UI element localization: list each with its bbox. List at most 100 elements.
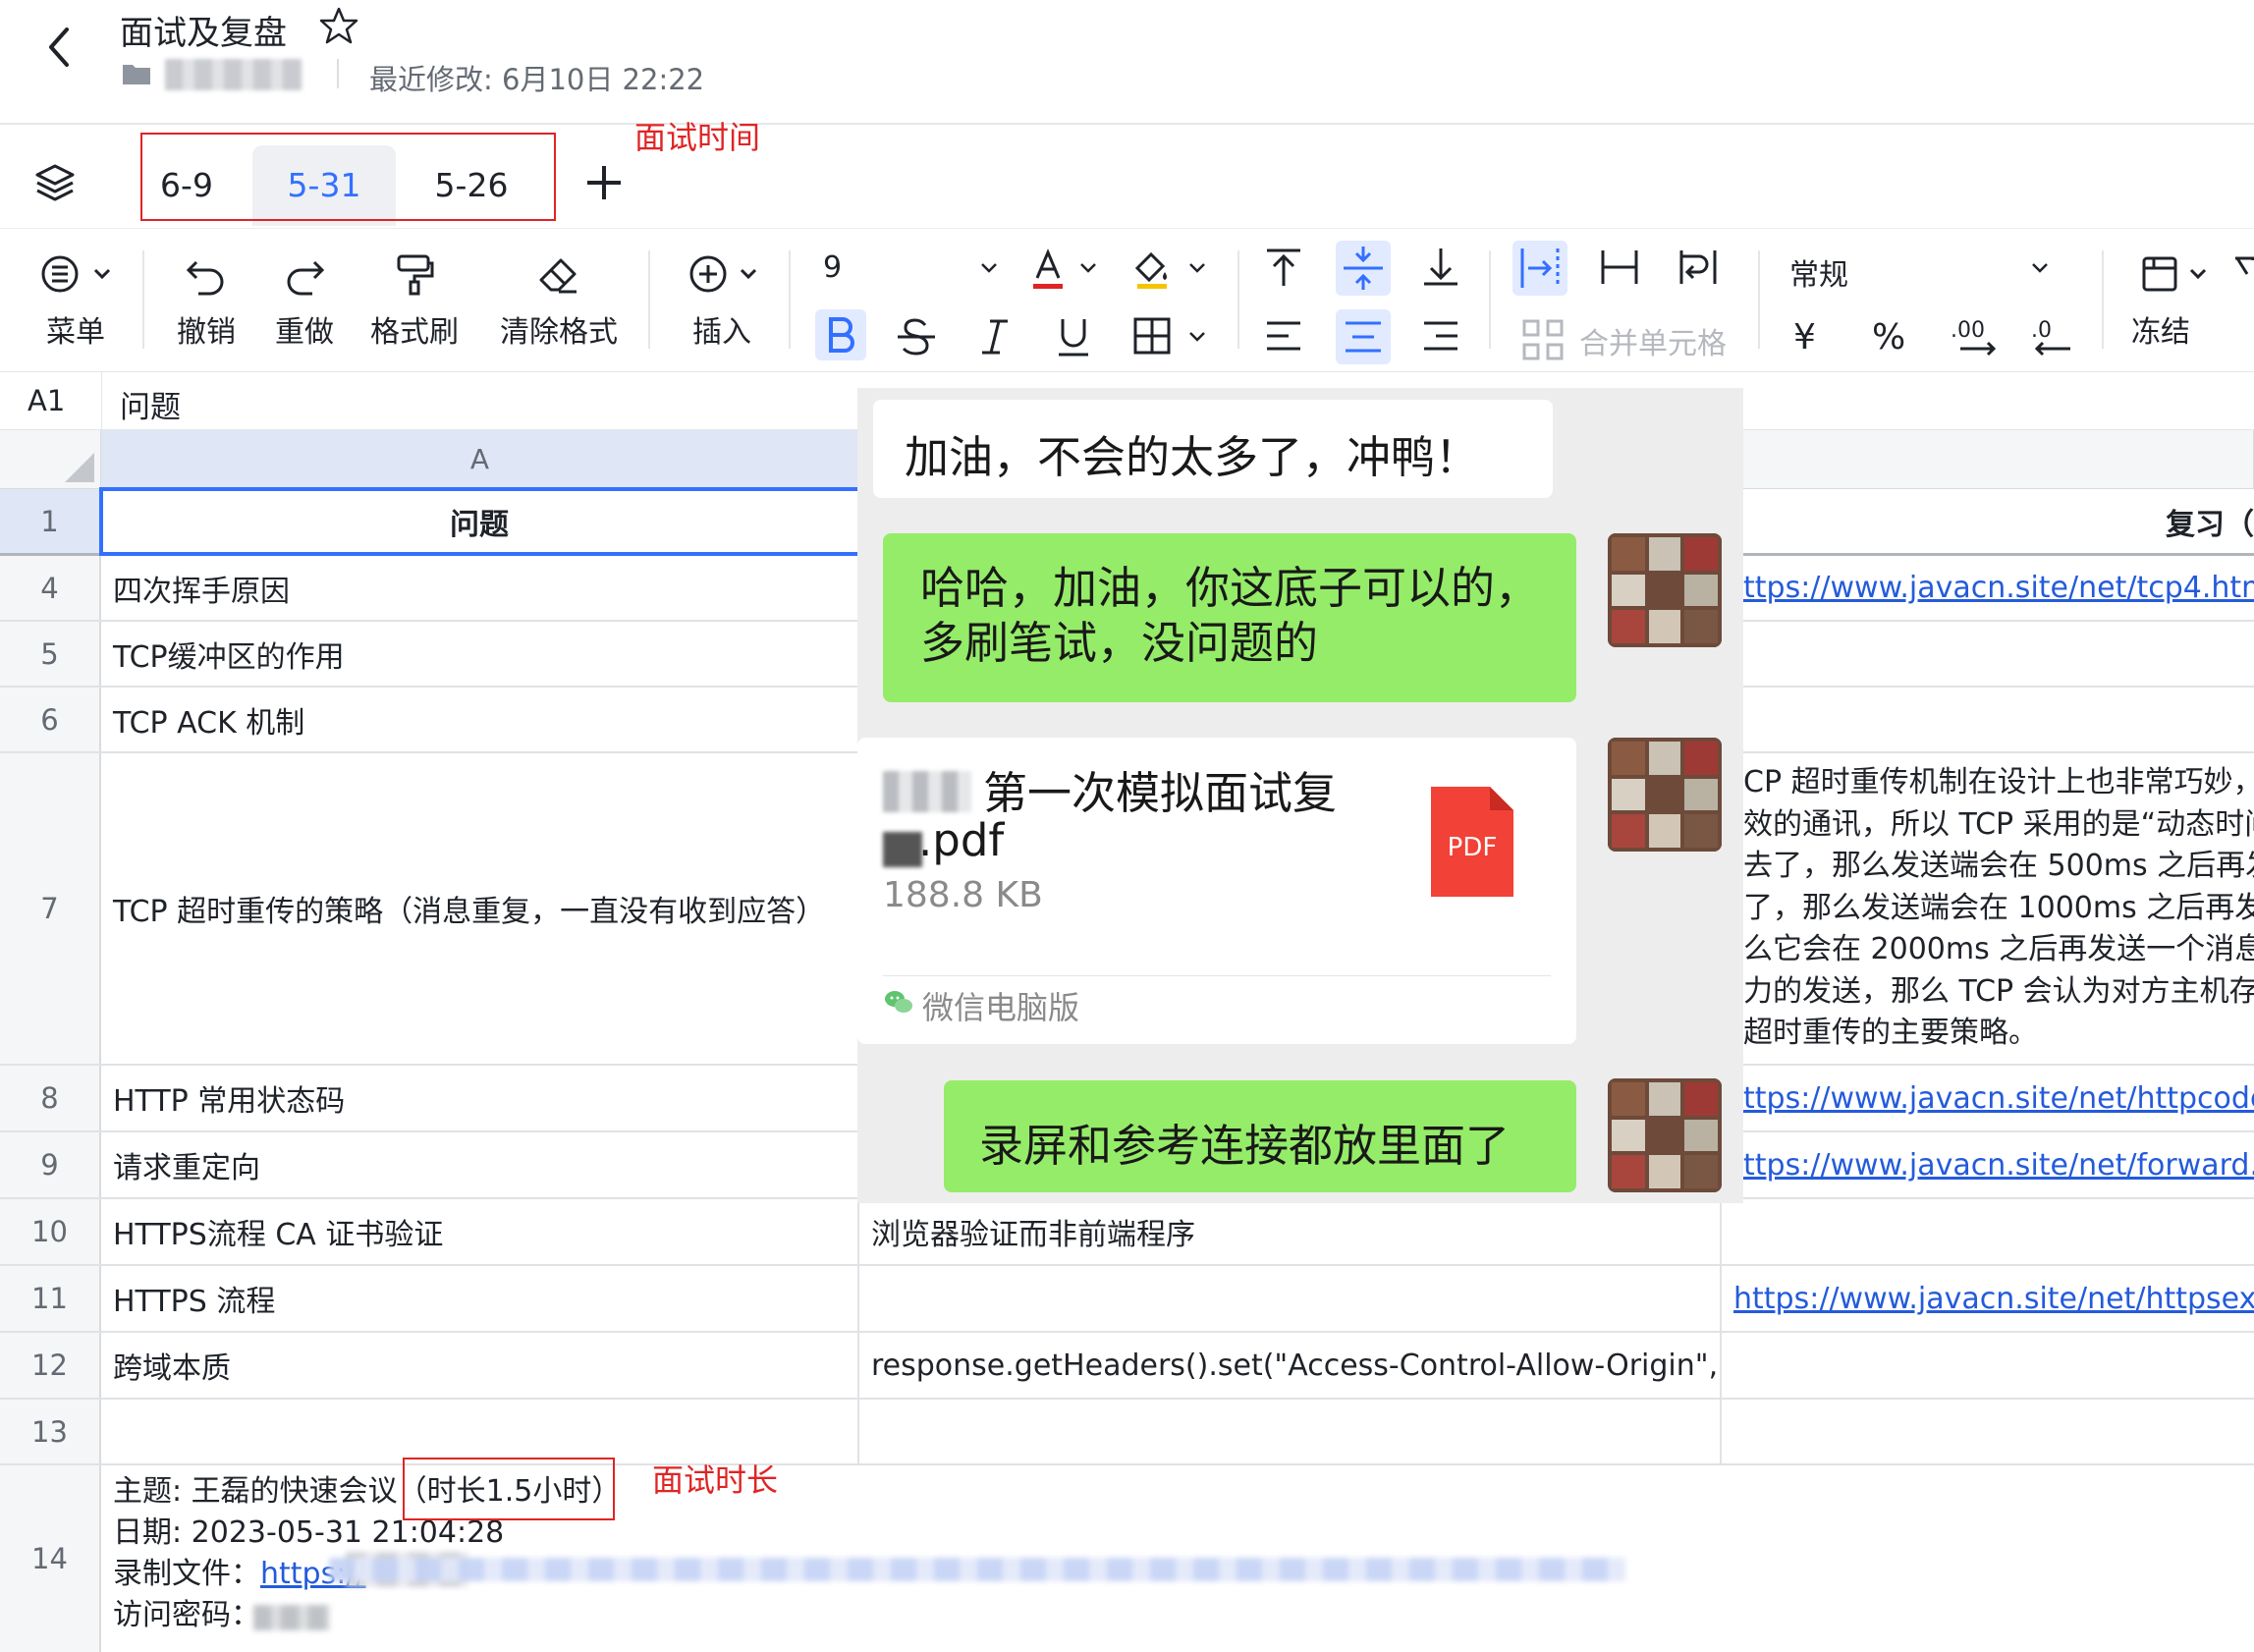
decrease-decimal-icon[interactable]: .0 (2023, 313, 2078, 358)
freeze-button[interactable]: 冻结 (2121, 252, 2229, 351)
cell-a6[interactable]: TCP ACK 机制 (101, 688, 859, 751)
cell-a1[interactable]: 问题 (101, 489, 859, 553)
overflow-text-icon[interactable] (1676, 245, 1721, 290)
strikethrough-icon[interactable] (894, 313, 939, 358)
wrap-text-button[interactable] (1512, 241, 1567, 296)
row-number[interactable]: 5 (0, 622, 101, 686)
cell-c1[interactable]: 复习（ (1722, 489, 2254, 553)
select-all-corner[interactable] (0, 430, 101, 489)
cell-a12[interactable]: 跨域本质 (101, 1333, 859, 1398)
file-source: 微信电脑版 (922, 989, 1080, 1026)
row-number[interactable]: 6 (0, 688, 101, 751)
italic-icon[interactable] (972, 313, 1017, 358)
row-number[interactable]: 11 (0, 1266, 101, 1331)
cell-c11-link[interactable]: https://www.javacn.site/net/httpsexecute (1722, 1266, 2254, 1331)
cell-a11[interactable]: HTTPS 流程 (101, 1266, 859, 1331)
align-vertical-center-button[interactable] (1336, 241, 1391, 296)
menu-label: 菜单 (46, 315, 105, 350)
row-number[interactable]: 10 (0, 1199, 101, 1264)
undo-button[interactable]: 撤销 (167, 252, 246, 351)
add-sheet-icon[interactable] (583, 162, 625, 203)
insert-button[interactable]: 插入 (673, 252, 771, 351)
back-arrow-icon[interactable] (39, 18, 79, 77)
cell-c13[interactable] (1722, 1400, 2254, 1463)
cell-c6[interactable] (1722, 688, 2254, 751)
merge-cells-label[interactable]: 合并单元格 (1579, 319, 1727, 362)
row-number[interactable]: 1 (0, 489, 101, 553)
document-title[interactable]: 面试及复盘 (120, 6, 287, 54)
cell-a7[interactable]: TCP 超时重传的策略（消息重复，一直没有收到应答） (101, 753, 859, 1064)
table-row: 10 HTTPS流程 CA 证书验证 浏览器验证而非前端程序 (0, 1199, 2254, 1266)
pdf-icon-label: PDF (1448, 833, 1498, 862)
chevron-down-icon[interactable] (1188, 331, 1206, 343)
cell-a8[interactable]: HTTP 常用状态码 (101, 1066, 859, 1130)
recording-label: 录制文件： (113, 1557, 260, 1591)
align-bottom-icon[interactable] (1418, 245, 1463, 290)
chevron-down-icon[interactable] (980, 262, 998, 274)
chevron-down-icon[interactable] (1188, 262, 1206, 274)
layers-icon[interactable] (34, 162, 76, 203)
text-color-icon[interactable] (1025, 247, 1071, 292)
percent-button[interactable]: % (1872, 317, 1905, 358)
cell-b12[interactable]: response.getHeaders().set("Access-Contro… (859, 1333, 1722, 1398)
redo-icon (287, 260, 325, 296)
toolbar-separator (1237, 250, 1239, 349)
row-number[interactable]: 12 (0, 1333, 101, 1398)
align-center-button[interactable] (1336, 309, 1391, 364)
clip-text-icon[interactable] (1597, 245, 1642, 290)
align-right-icon[interactable] (1418, 313, 1463, 358)
borders-icon[interactable] (1129, 313, 1175, 358)
formula-divider (101, 372, 102, 431)
underline-icon[interactable] (1051, 313, 1096, 358)
currency-button[interactable]: ¥ (1793, 317, 1816, 358)
align-top-icon[interactable] (1261, 245, 1306, 290)
wechat-icon (885, 991, 912, 1013)
cell-b13[interactable] (859, 1400, 1722, 1463)
row-number[interactable]: 14 (0, 1465, 101, 1652)
star-icon[interactable] (319, 6, 358, 45)
format-painter-button[interactable]: 格式刷 (365, 252, 464, 351)
formula-input[interactable]: 问题 (120, 382, 181, 426)
cell-a13[interactable] (101, 1400, 859, 1463)
row-number[interactable]: 8 (0, 1066, 101, 1130)
redo-label: 重做 (275, 315, 334, 350)
cell-c12[interactable] (1722, 1333, 2254, 1398)
cell-a5[interactable]: TCP缓冲区的作用 (101, 622, 859, 686)
cell-c7[interactable]: CP 超时重传机制在设计上也非常巧妙， 效的通讯，所以 TCP 采用的是“动态时… (1722, 753, 2254, 1064)
bold-button[interactable] (815, 309, 866, 360)
row-number[interactable]: 9 (0, 1132, 101, 1197)
cell-c9-link[interactable]: ttps://www.javacn.site/net/forward.html (1722, 1132, 2254, 1197)
fill-color-icon[interactable] (1129, 247, 1175, 292)
cell-reference[interactable]: A1 (27, 384, 65, 417)
row-number[interactable]: 7 (0, 753, 101, 1064)
merge-cells-icon[interactable] (1520, 317, 1566, 362)
align-left-icon[interactable] (1261, 313, 1306, 358)
row-number[interactable]: 4 (0, 556, 101, 620)
cell-a10[interactable]: HTTPS流程 CA 证书验证 (101, 1199, 859, 1264)
chevron-down-icon[interactable] (1079, 262, 1097, 274)
row-number[interactable]: 13 (0, 1400, 101, 1463)
cell-c7-line: 超时重传的主要策略。 (1743, 1016, 2038, 1051)
menu-button[interactable]: 菜单 (33, 252, 118, 351)
cell-a4[interactable]: 四次挥手原因 (101, 556, 859, 620)
filter-icon[interactable] (2233, 252, 2254, 298)
number-format-select[interactable]: 常规 (1789, 250, 1848, 294)
column-header-a[interactable]: A (101, 430, 859, 489)
chat-message-text: 加油，不会的太多了，冲鸭！ (905, 431, 1480, 483)
cell-a9[interactable]: 请求重定向 (101, 1132, 859, 1197)
chevron-down-icon[interactable] (2031, 262, 2049, 274)
clear-format-button[interactable]: 清除格式 (495, 252, 623, 351)
cell-c10[interactable] (1722, 1199, 2254, 1264)
font-size-select[interactable]: 9 (823, 250, 842, 285)
cell-b10[interactable]: 浏览器验证而非前端程序 (859, 1199, 1722, 1264)
cell-c4-link[interactable]: ttps://www.javacn.site/net/tcp4.html (1722, 556, 2254, 620)
increase-decimal-icon[interactable]: .00 (1947, 313, 2002, 358)
sheet-tab-bar: 6-9 5-31 5-26 面试时间 (0, 119, 2254, 228)
redo-button[interactable]: 重做 (265, 252, 344, 351)
column-header-c[interactable] (1722, 430, 2254, 489)
tabs-annotation: 面试时间 (634, 119, 761, 156)
cell-b11[interactable] (859, 1266, 1722, 1331)
file-message-card[interactable]: 第一次模拟面试复 .pdf 188.8 KB PDF 微信电脑版 (857, 738, 1576, 1044)
cell-c8-link[interactable]: ttps://www.javacn.site/net/httpcode.htm (1722, 1066, 2254, 1130)
cell-c5[interactable] (1722, 622, 2254, 686)
